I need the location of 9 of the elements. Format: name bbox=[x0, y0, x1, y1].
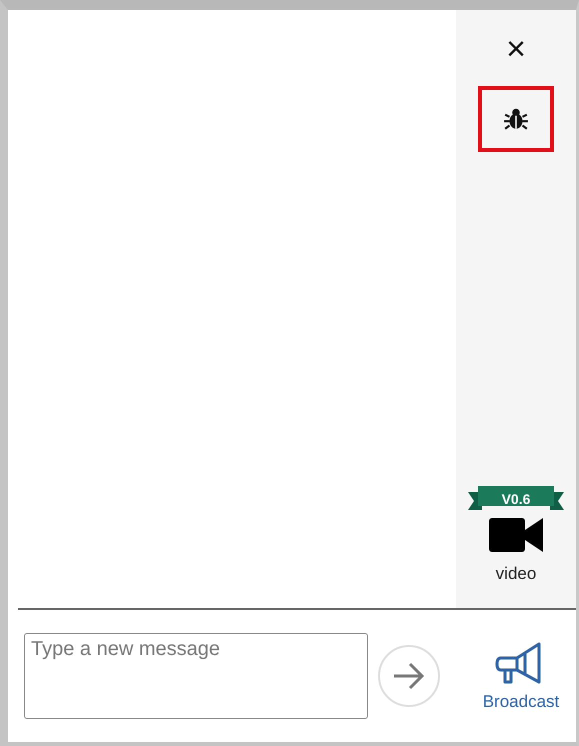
video-camera-icon bbox=[489, 518, 543, 552]
version-ribbon: V0.6 bbox=[468, 486, 564, 512]
close-button[interactable]: × bbox=[506, 32, 526, 66]
message-field[interactable]: Type a new message bbox=[24, 633, 368, 719]
bug-icon bbox=[503, 106, 529, 132]
arrow-icon bbox=[392, 661, 426, 691]
broadcast-button[interactable]: Broadcast bbox=[466, 639, 576, 713]
bug-button[interactable] bbox=[478, 86, 554, 152]
video-button[interactable]: video bbox=[489, 512, 543, 608]
